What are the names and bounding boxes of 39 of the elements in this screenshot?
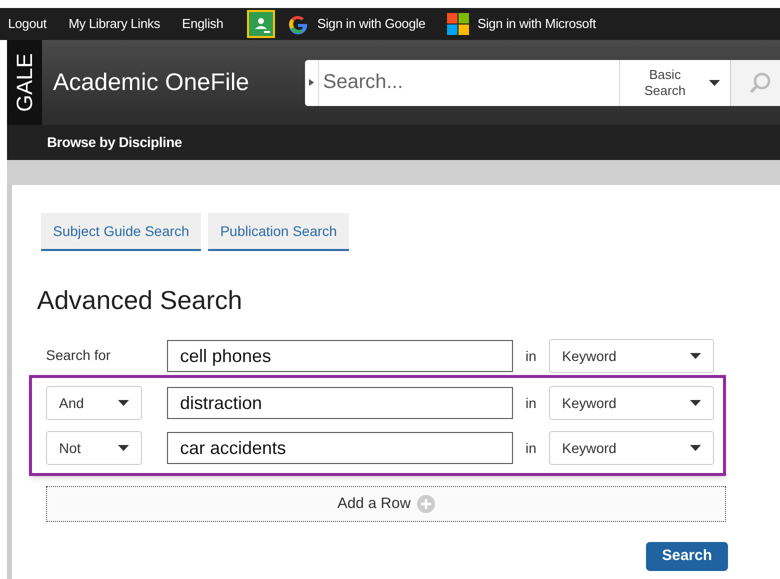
operator-dropdown[interactable]: Not — [46, 431, 142, 465]
nav-link[interactable]: Browse by Discipline — [47, 132, 182, 153]
caret-icon — [709, 80, 720, 86]
field-dropdown[interactable]: Keyword — [549, 339, 714, 373]
sign-in-link[interactable]: Sign in with Google — [287, 13, 426, 35]
field-dropdown[interactable]: Keyword — [549, 431, 714, 465]
caret-icon — [118, 400, 129, 406]
in-label: in — [524, 394, 538, 412]
page-heading: Advanced Search — [37, 285, 244, 315]
logo[interactable]: GALE — [7, 40, 42, 125]
search-term-field[interactable]: distraction — [167, 387, 513, 419]
search-term-field[interactable]: car accidents — [167, 432, 513, 464]
search-button[interactable] — [730, 60, 780, 106]
in-label: in — [524, 438, 538, 458]
top-link[interactable]: English — [182, 14, 224, 34]
caret-icon — [118, 445, 129, 451]
search-submit-button[interactable]: Search — [646, 542, 728, 571]
caret-icon — [690, 445, 701, 451]
plus-icon — [416, 495, 435, 513]
search-field[interactable]: Search... — [319, 60, 619, 106]
caret-icon — [690, 400, 701, 406]
operator-dropdown[interactable]: And — [46, 386, 142, 420]
classroom-icon[interactable] — [247, 10, 276, 38]
search-term-field[interactable]: cell phones — [167, 340, 513, 372]
sign-in-link[interactable]: Sign in with Microsoft — [447, 13, 596, 35]
site-title[interactable]: Academic OneFile — [53, 64, 305, 100]
search-tab[interactable]: Publication Search — [208, 213, 349, 251]
google-icon — [287, 13, 310, 35]
top-link[interactable]: Logout — [8, 14, 47, 34]
top-link[interactable]: My Library Links — [68, 14, 160, 34]
search-tab[interactable]: Subject Guide Search — [41, 213, 202, 251]
add-row-button[interactable]: Add a Row — [46, 486, 726, 522]
field-dropdown[interactable]: Keyword — [549, 386, 714, 420]
in-label: in — [524, 346, 538, 366]
search-icon — [749, 72, 771, 94]
caret-icon — [690, 353, 701, 359]
search-mode-dropdown[interactable]: Basic Search — [619, 60, 730, 106]
search-for-label: Search for — [46, 347, 111, 363]
windows-logo-icon — [447, 13, 470, 35]
